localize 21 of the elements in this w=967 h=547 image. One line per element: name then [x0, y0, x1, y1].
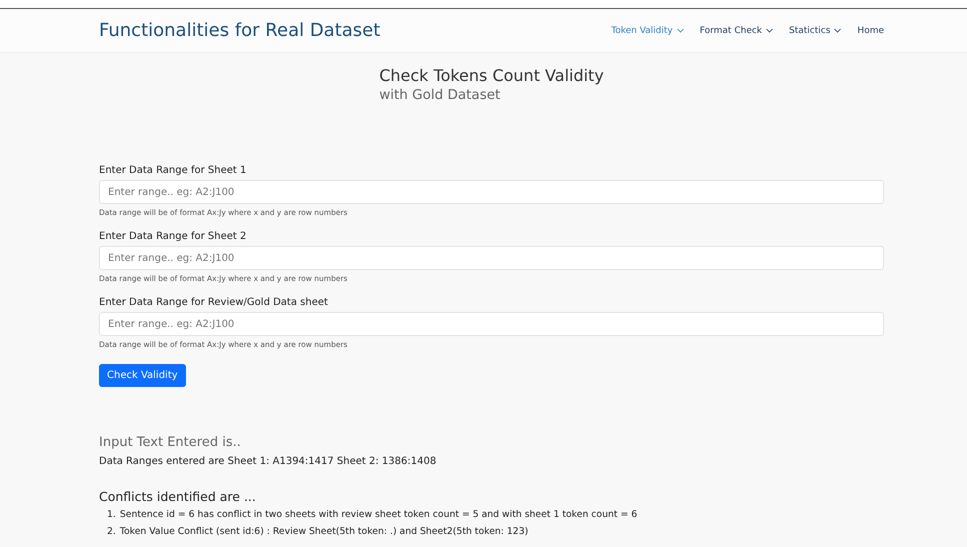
- field-label: Enter Data Range for Sheet 1: [99, 165, 248, 176]
- range-input[interactable]: Enter range.. eg: A2:J100: [99, 246, 884, 270]
- nav-link[interactable]: Home: [857, 26, 884, 36]
- nav-link[interactable]: Format Check: [700, 26, 774, 36]
- page-title: Check Tokens Count Validity: [379, 66, 604, 85]
- conflict-text: Token Value Conflict (sent id:6) : Review Sheet(5th token: .) and Sheet2(5th token: 123): [120, 526, 528, 537]
- input-summary: Data Ranges entered are Sheet 1: A1394:1417 Sheet 2: 1386:1408: [99, 456, 438, 467]
- conflict-text: Sentence id = 6 has conflict in two sheets with review sheet token count = 5 and with sheet 1 token count = 6: [120, 509, 638, 520]
- section-heading: Input Text Entered is..: [99, 435, 242, 450]
- section-heading: Conflicts identified are ...: [99, 489, 257, 504]
- brand-title: Functionalities for Real Dataset: [99, 20, 380, 41]
- nav-link[interactable]: Statictics: [789, 26, 842, 36]
- field-label: Enter Data Range for Review/Gold Data sheet: [99, 297, 329, 308]
- page-subtitle: with Gold Dataset: [379, 87, 500, 103]
- nav-link[interactable]: Token Validity: [611, 26, 684, 36]
- list-number: 2.: [107, 526, 116, 537]
- list-number: 1.: [107, 509, 116, 520]
- check-validity-button[interactable]: Check Validity: [99, 364, 186, 387]
- range-input[interactable]: Enter range.. eg: A2:J100: [99, 180, 884, 204]
- range-input[interactable]: Enter range.. eg: A2:J100: [99, 312, 884, 336]
- field-label: Enter Data Range for Sheet 2: [99, 231, 248, 242]
